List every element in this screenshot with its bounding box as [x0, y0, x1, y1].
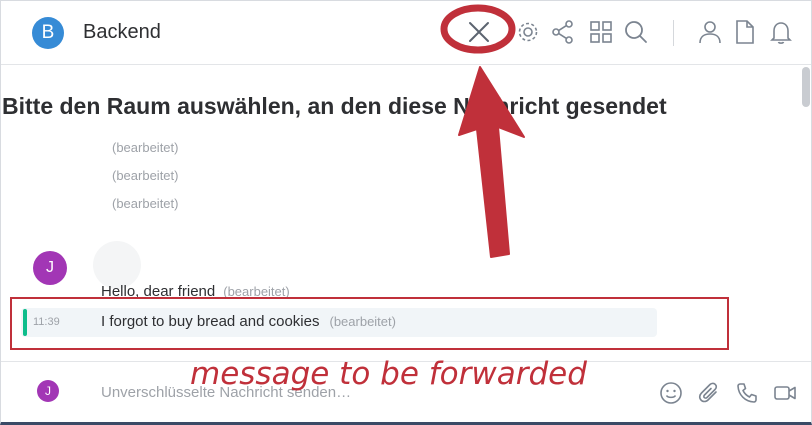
message-hello[interactable]: Hello, dear friend (bearbeitet)	[101, 283, 290, 300]
share-icon[interactable]	[550, 19, 576, 45]
files-icon[interactable]	[732, 19, 758, 45]
header-divider	[673, 20, 674, 46]
settings-icon[interactable]	[515, 19, 541, 45]
hover-avatar-placeholder	[93, 241, 141, 289]
emoji-icon[interactable]	[659, 381, 683, 405]
message-timestamp: 11:39	[33, 316, 60, 328]
room-header: B Backend	[1, 1, 811, 65]
edited-marker: (bearbeitet)	[329, 314, 396, 329]
video-call-icon[interactable]	[773, 381, 797, 405]
room-name[interactable]: Backend	[83, 21, 161, 44]
member-icon[interactable]	[697, 19, 723, 45]
app-window: B Backend Bitte den Raum auswählen, an d…	[0, 0, 812, 425]
annotation-label: message to be forwarded	[190, 356, 587, 392]
message-text: I forgot to buy bread and cookies	[101, 313, 320, 330]
selected-indicator	[23, 309, 27, 336]
close-icon[interactable]	[466, 19, 492, 45]
sender-avatar[interactable]: J	[33, 251, 67, 285]
composer-avatar: J	[37, 380, 59, 402]
message-text: Hello, dear friend	[101, 283, 216, 300]
edited-marker: (bearbeitet)	[112, 168, 179, 183]
notification-icon[interactable]	[768, 19, 794, 45]
timeline-scrollbar[interactable]	[802, 67, 810, 107]
voice-call-icon[interactable]	[735, 381, 759, 405]
room-avatar[interactable]: B	[32, 17, 64, 49]
edited-marker: (bearbeitet)	[223, 284, 290, 299]
message-forgot[interactable]: I forgot to buy bread and cookies (bearbe…	[101, 313, 396, 330]
widgets-icon[interactable]	[588, 19, 614, 45]
attachment-icon[interactable]	[697, 381, 721, 405]
search-icon[interactable]	[623, 19, 649, 45]
edited-marker: (bearbeitet)	[112, 140, 179, 155]
forward-room-heading: Bitte den Raum auswählen, an den diese N…	[2, 93, 667, 119]
edited-marker: (bearbeitet)	[112, 196, 179, 211]
